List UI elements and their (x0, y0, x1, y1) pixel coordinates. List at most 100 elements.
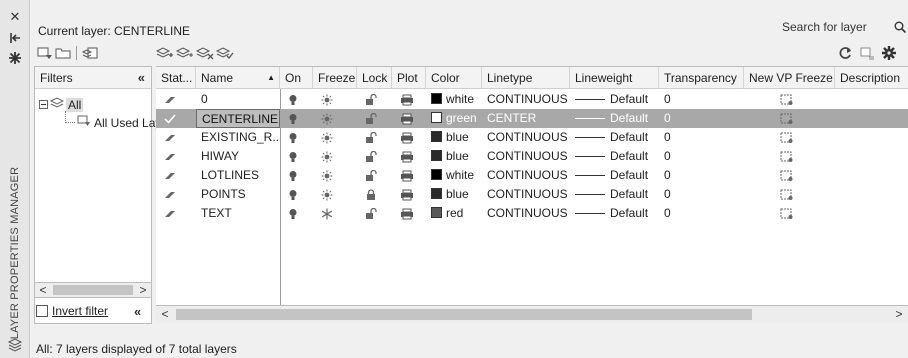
lock-cell[interactable] (357, 185, 392, 204)
sun-icon[interactable] (321, 166, 333, 185)
layer-name[interactable]: 0 (196, 90, 280, 109)
unlock-cell[interactable] (357, 90, 392, 109)
layer-lineweight[interactable]: Default (570, 128, 659, 147)
layer-status-cell[interactable] (156, 147, 196, 166)
viewport-freeze-icon[interactable] (780, 185, 794, 204)
unlock-icon[interactable] (365, 109, 377, 128)
layer-transparency[interactable]: 0 (659, 128, 744, 147)
unlock-icon[interactable] (365, 128, 377, 147)
column-header-lock[interactable]: Lock (357, 67, 392, 89)
column-header-description[interactable]: Description (835, 67, 908, 89)
layer-linetype[interactable]: CONTINUOUS (482, 128, 570, 147)
sun-icon[interactable] (321, 109, 333, 128)
printer-cell[interactable] (392, 166, 426, 185)
layer-description[interactable] (835, 90, 908, 109)
printer-icon[interactable] (400, 166, 414, 185)
current-layer-icon[interactable] (164, 109, 176, 128)
layer-status-icon[interactable] (164, 147, 176, 166)
printer-icon[interactable] (400, 185, 414, 204)
layer-states-icon[interactable] (7, 338, 23, 352)
column-header-linetype[interactable]: Linetype (482, 67, 570, 89)
new-vp-freeze-cell[interactable] (744, 128, 835, 147)
layer-linetype[interactable]: CONTINUOUS (482, 166, 570, 185)
layer-color[interactable]: white (426, 166, 482, 185)
layer-transparency[interactable]: 0 (659, 166, 744, 185)
layer-color[interactable]: green (426, 109, 482, 128)
scroll-left-icon[interactable]: < (158, 307, 172, 321)
layer-color[interactable]: white (426, 90, 482, 109)
printer-icon[interactable] (400, 128, 414, 147)
layer-row[interactable]: LOTLINES white CONTINUOUS Default 0 (156, 166, 908, 185)
lightbulb-cell[interactable] (280, 166, 313, 185)
sun-icon[interactable] (321, 128, 333, 147)
column-header-plot[interactable]: Plot (392, 67, 426, 89)
layer-transparency[interactable]: 0 (659, 109, 744, 128)
new-vp-freeze-cell[interactable] (744, 90, 835, 109)
layer-states-manager-icon[interactable] (81, 44, 99, 62)
viewport-freeze-icon[interactable] (780, 109, 794, 128)
properties-icon[interactable] (8, 52, 22, 66)
layer-description[interactable] (835, 109, 908, 128)
sun-icon[interactable] (321, 147, 333, 166)
lock-icon[interactable] (365, 185, 377, 204)
layer-color[interactable]: blue (426, 147, 482, 166)
unlock-cell[interactable] (357, 166, 392, 185)
layer-row[interactable]: POINTS blue CONTINUOUS Default 0 (156, 185, 908, 204)
sun-cell[interactable] (313, 147, 357, 166)
search-icon[interactable] (894, 21, 907, 36)
layer-name[interactable]: HIWAY (196, 147, 280, 166)
unlock-icon[interactable] (365, 90, 377, 109)
lightbulb-cell[interactable] (280, 90, 313, 109)
layer-status-icon[interactable] (164, 185, 176, 204)
column-header-on[interactable]: On (280, 67, 313, 89)
gear-icon[interactable] (880, 44, 898, 62)
collapse-panel-button[interactable]: « (134, 304, 141, 319)
printer-cell[interactable] (392, 109, 426, 128)
snowflake-icon[interactable] (321, 204, 333, 223)
scroll-right-icon[interactable]: > (136, 283, 150, 297)
layer-row[interactable]: CENTERLINE green CENTER Default 0 (156, 109, 908, 128)
color-swatch[interactable] (431, 93, 442, 104)
layer-transparency[interactable]: 0 (659, 147, 744, 166)
new-vp-freeze-cell[interactable] (744, 166, 835, 185)
column-header-freeze[interactable]: Freeze (313, 67, 357, 89)
viewport-freeze-icon[interactable] (780, 204, 794, 223)
layer-status-icon[interactable] (164, 128, 176, 147)
color-swatch[interactable] (431, 188, 442, 199)
layer-horizontal-scrollbar[interactable]: < > (156, 306, 908, 322)
layer-description[interactable] (835, 166, 908, 185)
new-vp-freeze-cell[interactable] (744, 109, 835, 128)
printer-cell[interactable] (392, 90, 426, 109)
color-swatch[interactable] (431, 150, 442, 161)
new-vp-freeze-cell[interactable] (744, 185, 835, 204)
lightbulb-icon[interactable] (288, 128, 298, 147)
new-layer-icon[interactable] (156, 44, 174, 62)
sun-cell[interactable] (313, 90, 357, 109)
printer-icon[interactable] (400, 90, 414, 109)
filter-horizontal-scrollbar[interactable]: < > (34, 282, 152, 298)
set-current-icon[interactable] (216, 44, 234, 62)
close-icon[interactable]: ✕ (8, 10, 22, 24)
scroll-right-icon[interactable]: > (892, 307, 906, 321)
new-group-filter-icon[interactable] (54, 44, 72, 62)
invert-filter-label[interactable]: Invert filter (52, 304, 108, 318)
layer-lineweight[interactable]: Default (570, 204, 659, 223)
color-swatch[interactable] (431, 207, 442, 218)
layer-row[interactable]: HIWAY blue CONTINUOUS Default 0 (156, 147, 908, 166)
layer-status-cell[interactable] (156, 90, 196, 109)
new-layer-vp-frozen-icon[interactable] (176, 44, 194, 62)
layer-transparency[interactable]: 0 (659, 90, 744, 109)
column-header-lineweight[interactable]: Lineweight (570, 67, 659, 89)
column-header-status[interactable]: Stat... (156, 67, 196, 89)
layer-lineweight[interactable]: Default (570, 147, 659, 166)
snowflake-cell[interactable] (313, 204, 357, 223)
sun-cell[interactable] (313, 166, 357, 185)
invert-filter-option[interactable]: Invert filter (36, 304, 108, 318)
layer-name[interactable]: LOTLINES (196, 166, 280, 185)
viewport-freeze-icon[interactable] (780, 90, 794, 109)
lightbulb-cell[interactable] (280, 147, 313, 166)
printer-cell[interactable] (392, 147, 426, 166)
tree-node-all[interactable]: All (39, 97, 84, 112)
printer-icon[interactable] (400, 147, 414, 166)
layer-description[interactable] (835, 147, 908, 166)
